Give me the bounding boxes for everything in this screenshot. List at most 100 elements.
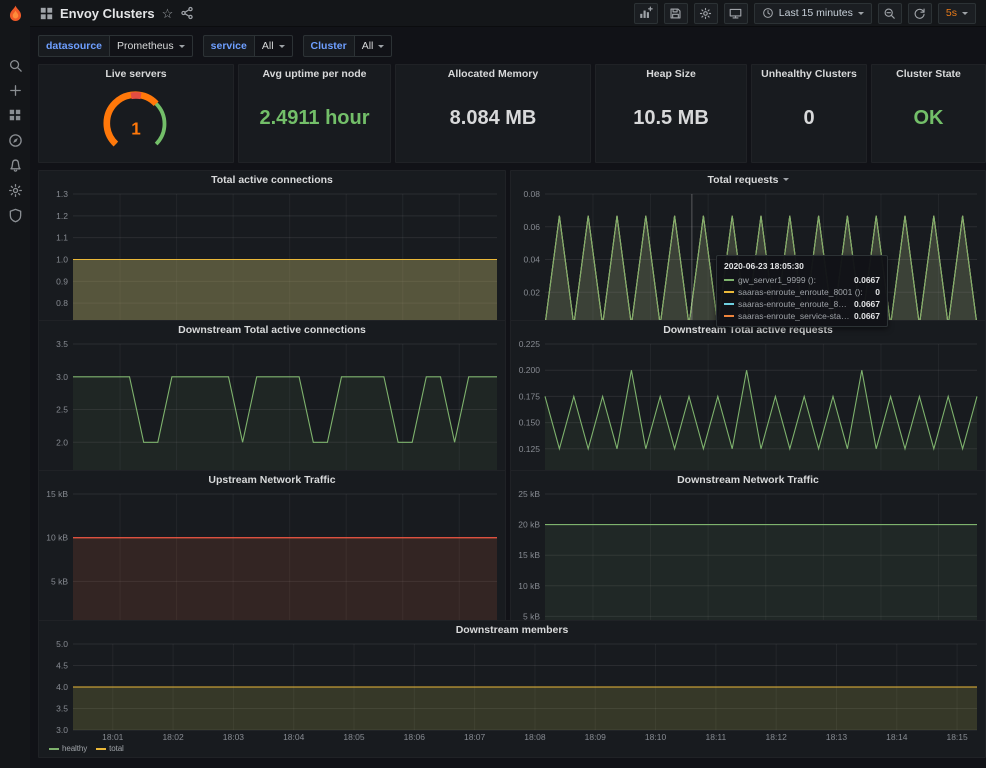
filter-bar: datasource Prometheus service All Cluste… xyxy=(38,34,986,58)
shield-icon xyxy=(8,208,23,223)
zoom-out-button[interactable] xyxy=(878,3,902,24)
svg-text:0.8: 0.8 xyxy=(56,298,68,308)
refresh-interval-button[interactable]: 5s xyxy=(938,3,976,24)
panel-title[interactable]: Live servers xyxy=(39,65,233,82)
tooltip-row: saaras-enroute_enroute_8001 ():0 xyxy=(724,286,880,298)
legend-series-label: total xyxy=(109,744,124,754)
grafana-flame-icon xyxy=(6,4,25,23)
panel-menu-caret-icon[interactable] xyxy=(783,178,789,181)
chevron-down-icon xyxy=(378,45,384,48)
panel-downstream-members: Downstream members 3.03.54.04.55.018:011… xyxy=(38,620,986,758)
cycle-view-button[interactable] xyxy=(724,3,748,24)
live-servers-gauge: 1 xyxy=(74,84,198,160)
svg-text:1.1: 1.1 xyxy=(56,233,68,243)
panel-title[interactable]: Avg uptime per node xyxy=(239,65,390,82)
chart-upstream-network-traffic[interactable]: 0 B5 kB10 kB15 kB18:0218:0418:0618:0818:… xyxy=(39,488,505,638)
refresh-button[interactable] xyxy=(908,3,932,24)
panel-title[interactable]: Upstream Network Traffic xyxy=(39,471,505,488)
filter-value-dropdown[interactable]: All xyxy=(354,35,393,57)
chart-downstream-active-requests[interactable]: 0.1000.1250.1500.1750.2000.22518:0218:04… xyxy=(511,338,985,488)
stat-value: 8.084 MB xyxy=(396,82,590,162)
panel-title[interactable]: Unhealthy Clusters xyxy=(752,65,866,82)
chart-tooltip: 2020-06-23 18:05:30 gw_server1_9999 ():0… xyxy=(716,255,888,327)
panel-title[interactable]: Total active connections xyxy=(39,171,505,188)
panel-heap-size: Heap Size 10.5 MB xyxy=(595,64,747,163)
chevron-down-icon xyxy=(279,45,285,48)
svg-text:3.5: 3.5 xyxy=(56,339,68,349)
svg-text:18:08: 18:08 xyxy=(524,732,546,742)
gauge-wrap: 1 xyxy=(39,82,233,162)
chart-downstream-active-connections[interactable]: 1.52.02.53.03.518:0218:0418:0618:0818:10… xyxy=(39,338,505,488)
zoom-out-icon xyxy=(883,7,896,20)
chart-total-active-connections[interactable]: 0.70.80.91.01.11.21.318:0218:0418:0618:0… xyxy=(39,188,505,338)
chart-legend: healthy total xyxy=(39,743,985,757)
dashboard-settings-button[interactable] xyxy=(694,3,718,24)
panel-title[interactable]: Allocated Memory xyxy=(396,65,590,82)
clock-icon xyxy=(762,7,774,19)
tooltip-rows: gw_server1_9999 ():0.0667saaras-enroute_… xyxy=(724,274,880,322)
stat-value: 2.4911 hour xyxy=(239,82,390,162)
star-icon[interactable]: ☆ xyxy=(162,7,174,20)
save-dashboard-button[interactable] xyxy=(664,3,688,24)
sidebar-item-alerting[interactable] xyxy=(0,153,30,177)
bell-icon xyxy=(8,158,23,173)
svg-text:3.0: 3.0 xyxy=(56,372,68,382)
legend-item[interactable]: healthy xyxy=(49,744,87,754)
svg-text:18:01: 18:01 xyxy=(102,732,124,742)
filter-value-dropdown[interactable]: Prometheus xyxy=(109,35,193,57)
svg-text:25 kB: 25 kB xyxy=(518,489,540,499)
sidebar-item-server-admin[interactable] xyxy=(0,203,30,227)
panel-title[interactable]: Heap Size xyxy=(596,65,746,82)
plus-icon xyxy=(8,83,23,98)
panel-title[interactable]: Downstream Network Traffic xyxy=(511,471,985,488)
sidebar xyxy=(0,0,30,768)
svg-text:18:12: 18:12 xyxy=(766,732,788,742)
svg-text:0.06: 0.06 xyxy=(523,222,540,232)
panel-avg-uptime: Avg uptime per node 2.4911 hour xyxy=(238,64,391,163)
filter-value-dropdown[interactable]: All xyxy=(254,35,293,57)
svg-text:0.02: 0.02 xyxy=(523,287,540,297)
share-button[interactable] xyxy=(180,6,194,20)
monitor-icon xyxy=(729,7,742,20)
panel-title[interactable]: Cluster State xyxy=(872,65,985,82)
legend-item[interactable]: total xyxy=(96,744,124,754)
add-panel-button[interactable] xyxy=(634,3,658,24)
svg-text:0.200: 0.200 xyxy=(519,365,541,375)
svg-text:1.2: 1.2 xyxy=(56,211,68,221)
panel-title[interactable]: Total requests xyxy=(511,171,985,188)
sidebar-item-search[interactable] xyxy=(0,53,30,77)
share-icon xyxy=(180,6,194,20)
sidebar-item-configuration[interactable] xyxy=(0,178,30,202)
dashboard-icon xyxy=(40,7,53,20)
grafana-logo[interactable] xyxy=(0,0,30,27)
gauge-value: 1 xyxy=(131,119,141,138)
chevron-down-icon xyxy=(962,12,968,15)
panel-title-text: Total requests xyxy=(708,174,779,186)
filter-value: All xyxy=(262,40,274,52)
time-range-button[interactable]: Last 15 minutes xyxy=(754,3,872,24)
panel-title[interactable]: Downstream Total active connections xyxy=(39,321,505,338)
svg-text:18:10: 18:10 xyxy=(645,732,667,742)
svg-text:18:04: 18:04 xyxy=(283,732,305,742)
sidebar-item-dashboards[interactable] xyxy=(0,103,30,127)
panel-title[interactable]: Downstream members xyxy=(39,621,985,638)
chart-downstream-members[interactable]: 3.03.54.04.55.018:0118:0218:0318:0418:05… xyxy=(39,638,985,743)
topbar-actions: Last 15 minutes 5s xyxy=(634,3,976,24)
time-range-label: Last 15 minutes xyxy=(779,7,853,19)
filter-label: service xyxy=(203,35,254,57)
stat-value: 0 xyxy=(752,82,866,162)
svg-text:3.0: 3.0 xyxy=(56,725,68,735)
sidebar-item-create[interactable] xyxy=(0,78,30,102)
svg-text:0.9: 0.9 xyxy=(56,276,68,286)
tooltip-row: saaras-enroute_service-stats_9001 ():0.0… xyxy=(724,310,880,322)
legend-series-color xyxy=(96,748,106,750)
sidebar-item-explore[interactable] xyxy=(0,128,30,152)
legend-series-color xyxy=(49,748,59,750)
svg-text:18:03: 18:03 xyxy=(223,732,245,742)
svg-text:0.08: 0.08 xyxy=(523,189,540,199)
panel-cluster-state: Cluster State OK xyxy=(871,64,986,163)
chart-row-1: Total active connections 0.70.80.91.01.1… xyxy=(38,170,986,313)
svg-text:4.0: 4.0 xyxy=(56,682,68,692)
save-icon xyxy=(669,7,682,20)
svg-text:10 kB: 10 kB xyxy=(518,581,540,591)
